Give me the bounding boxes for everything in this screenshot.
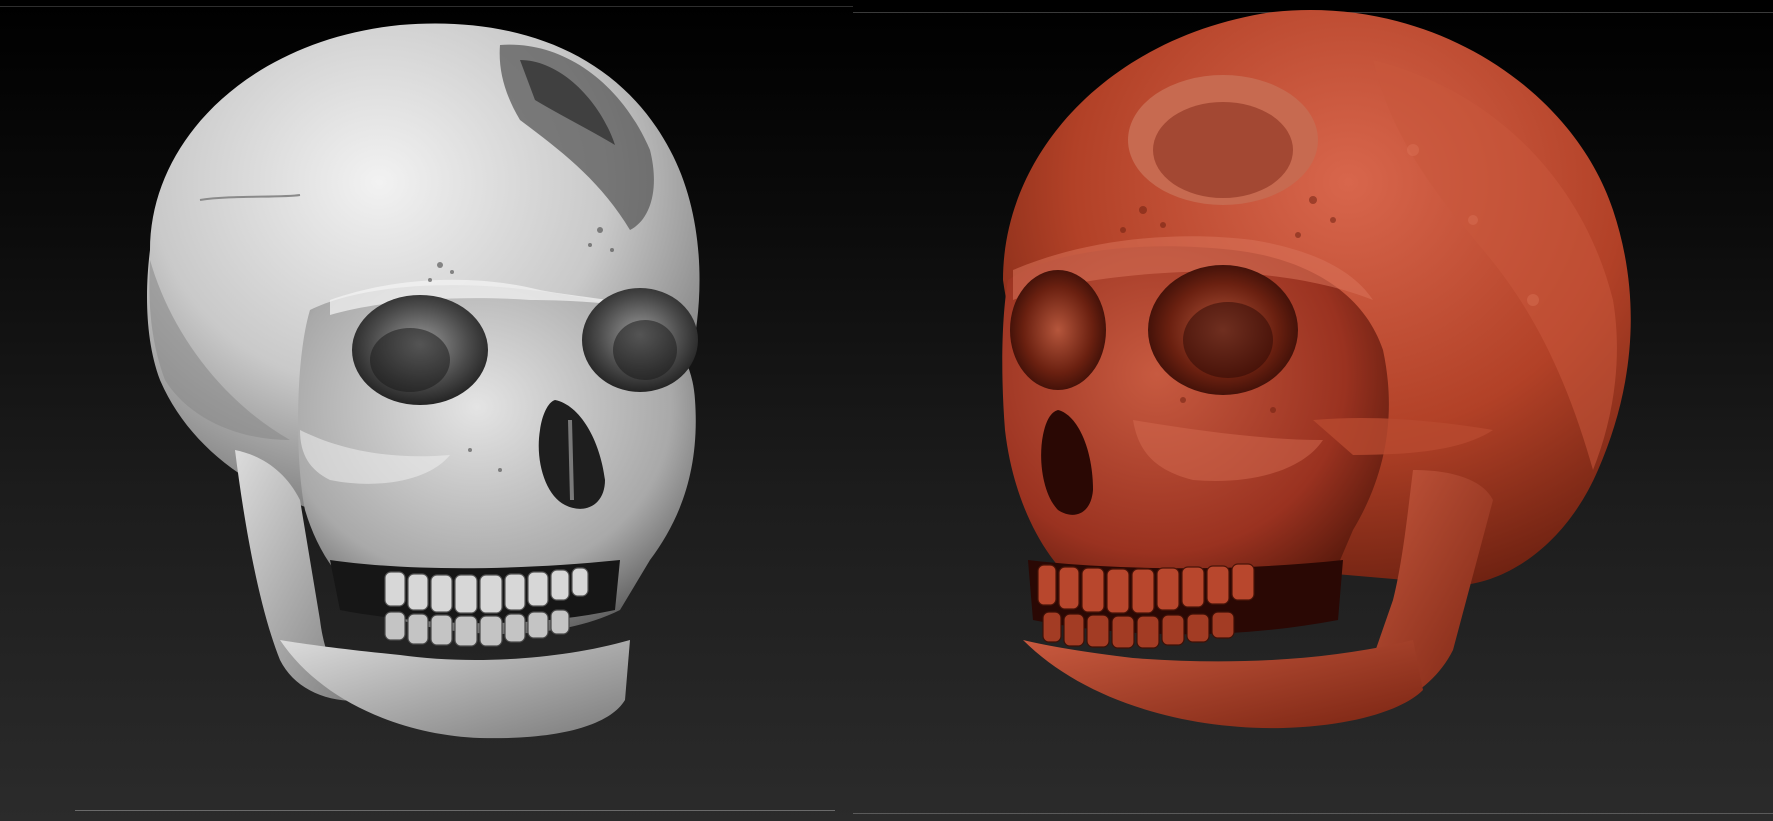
- red-skull-render: [1002, 10, 1631, 729]
- grey-skull-render: [147, 23, 700, 739]
- grey-sculpt-viewport[interactable]: [0, 0, 853, 821]
- bottom-border-line: [853, 813, 1773, 814]
- render-canvas: [0, 0, 1773, 821]
- red-mandible: [1023, 640, 1423, 729]
- grey-mandible: [280, 640, 630, 739]
- red-sculpt-viewport[interactable]: [853, 0, 1773, 821]
- bottom-border-line: [75, 810, 835, 811]
- red-left-eye-socket: [1010, 270, 1106, 390]
- red-lower-teeth: [1042, 611, 1235, 649]
